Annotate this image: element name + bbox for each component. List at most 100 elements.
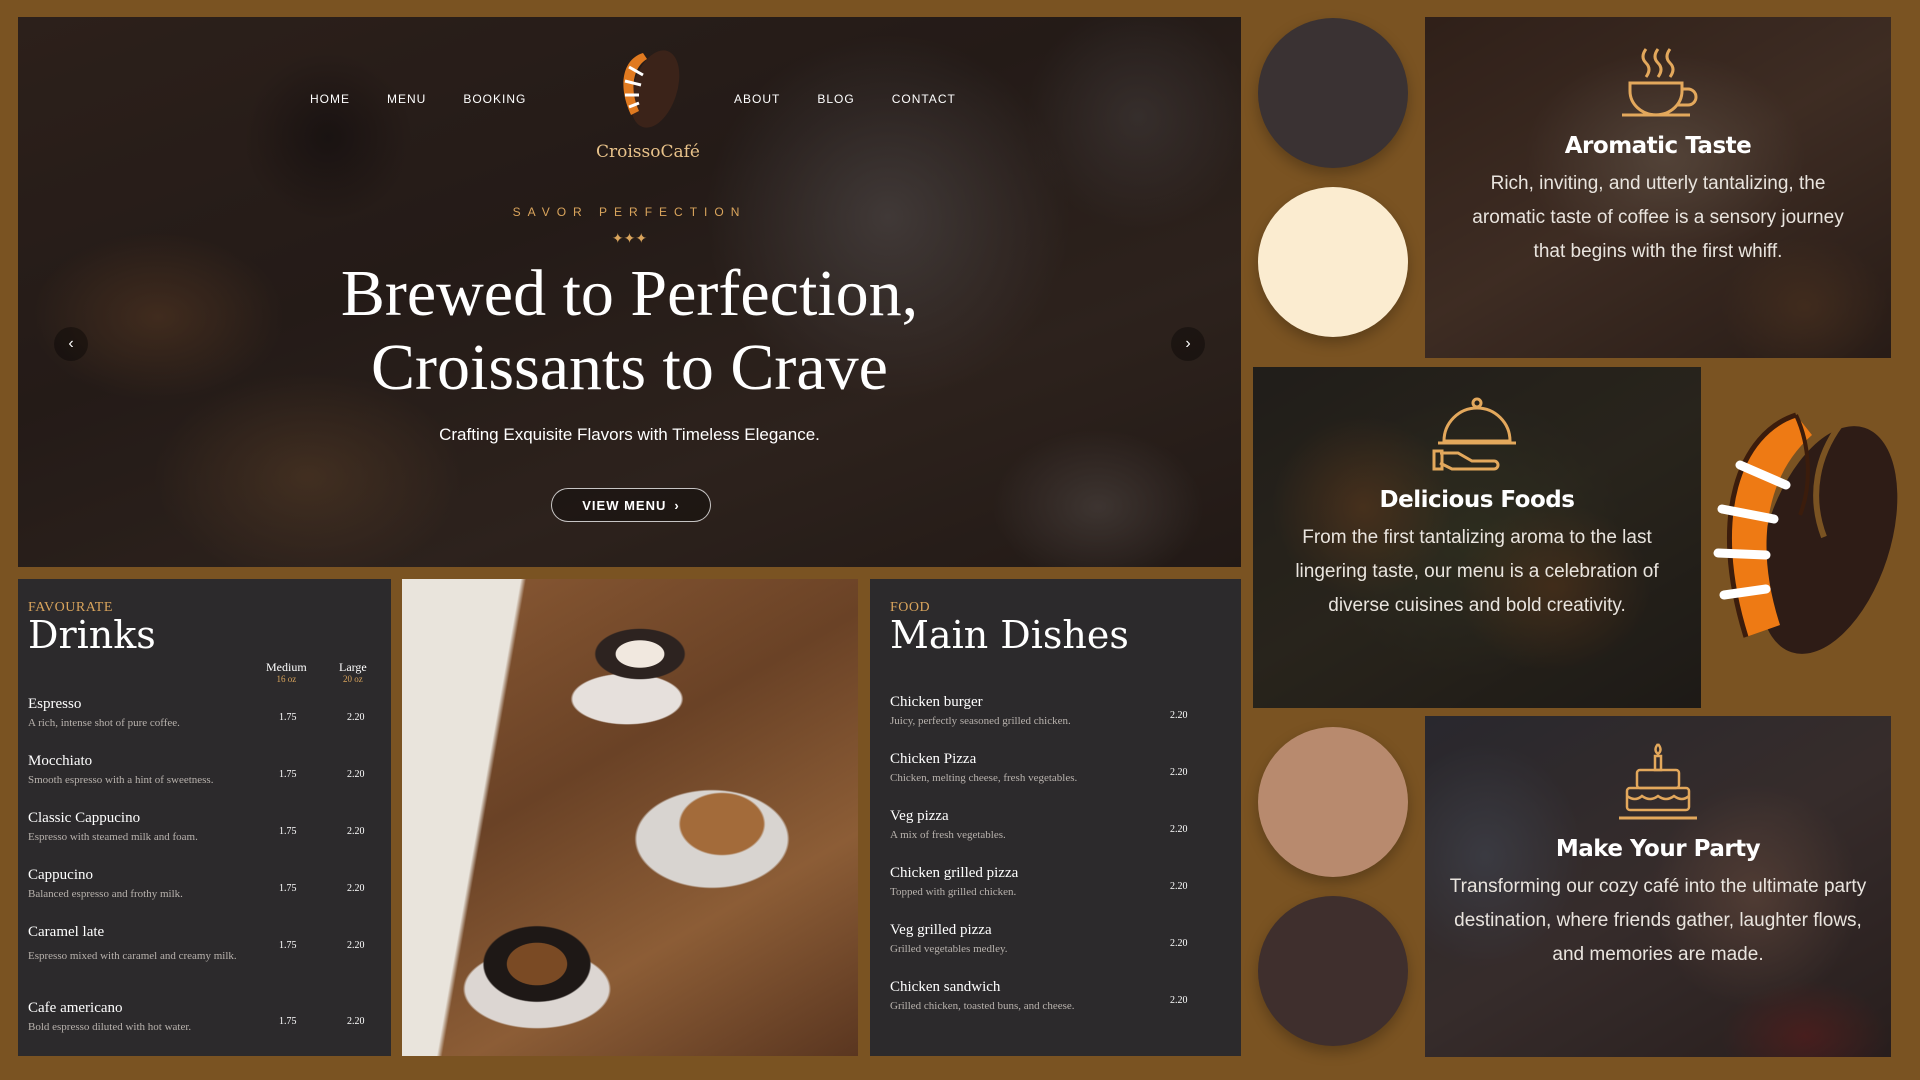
menu-item[interactable]: Chicken sandwich Grilled chicken, toaste…	[890, 979, 1230, 1013]
sparkle-icon: ✦✦✦	[611, 230, 648, 246]
feature-title: Make Your Party	[1555, 836, 1761, 862]
serving-cloche-icon	[1432, 397, 1516, 471]
item-description: Grilled chicken, toasted buns, and chees…	[890, 1000, 1075, 1012]
menu-item[interactable]: Chicken burger Juicy, perfectly seasoned…	[890, 694, 1230, 728]
item-description: Topped with grilled chicken.	[890, 886, 1017, 898]
hero-subtitle: Crafting Exquisite Flavors with Timeless…	[439, 425, 820, 444]
chevron-right-icon: ›	[1185, 335, 1191, 352]
price: 2.20	[1170, 824, 1188, 835]
item-name: Veg grilled pizza	[890, 922, 992, 938]
croissant-bean-logo-icon	[623, 50, 680, 128]
nav-booking[interactable]: BOOKING	[463, 92, 526, 106]
price-medium: 1.75	[279, 826, 297, 837]
brand-name: CroissoCafé	[596, 142, 700, 162]
nav-menu[interactable]: MENU	[387, 92, 426, 106]
menu-item[interactable]: Veg grilled pizza Grilled vegetables med…	[890, 922, 1230, 956]
item-description: A rich, intense shot of pure coffee.	[28, 717, 180, 729]
price-large: 2.20	[347, 712, 365, 723]
price: 2.20	[1170, 938, 1188, 949]
view-menu-label: VIEW MENU	[582, 497, 667, 513]
menu-item[interactable]: Cafe americano Bold espresso diluted wit…	[28, 1000, 383, 1034]
feature-title: Aromatic Taste	[1564, 133, 1752, 159]
size-label: Medium	[266, 660, 307, 674]
feature-text: Transforming our cozy café into the ulti…	[1449, 876, 1867, 965]
item-name: Cappucino	[28, 867, 93, 883]
hero-title-line-1: Brewed to Perfection,	[340, 257, 919, 330]
price-medium: 1.75	[279, 769, 297, 780]
birthday-cake-icon	[1619, 743, 1697, 820]
size-label: Large	[339, 660, 367, 674]
mains-title: Main Dishes	[890, 613, 1129, 657]
drinks-title: Drinks	[28, 613, 156, 657]
coffee-cup-icon	[1622, 48, 1698, 117]
price: 2.20	[1170, 710, 1188, 721]
item-name: Caramel late	[28, 924, 105, 940]
item-description: Bold espresso diluted with hot water.	[28, 1021, 192, 1033]
price-large: 2.20	[347, 1016, 365, 1027]
brand-logo[interactable]: CroissoCafé	[578, 45, 718, 162]
coffee-photo	[402, 579, 858, 1056]
item-description: Espresso mixed with caramel and creamy m…	[28, 950, 237, 962]
nav-about[interactable]: ABOUT	[734, 92, 780, 106]
carousel-prev-button[interactable]: ‹	[54, 327, 88, 361]
hero-banner: HOME MENU BOOKING CroissoCafé ABOUT BLOG…	[18, 17, 1241, 567]
croissant-bean-logo-icon	[1713, 412, 1898, 654]
main-nav-left: HOME MENU BOOKING	[310, 92, 526, 106]
item-name: Chicken Pizza	[890, 751, 977, 767]
price-large: 2.20	[347, 940, 365, 951]
hero-eyebrow: SAVOR PERFECTION	[512, 205, 747, 219]
price: 2.20	[1170, 767, 1188, 778]
size-header-medium: Medium 16 oz	[266, 661, 307, 685]
feature-content: Aromatic Taste Rich, inviting, and utter…	[1425, 45, 1891, 269]
price: 2.20	[1170, 995, 1188, 1006]
feature-title: Delicious Foods	[1379, 487, 1575, 513]
item-description: Balanced espresso and frothy milk.	[28, 888, 183, 900]
item-description: Juicy, perfectly seasoned grilled chicke…	[890, 715, 1071, 727]
feature-content: Delicious Foods From the first tantalizi…	[1253, 393, 1701, 623]
item-name: Veg pizza	[890, 808, 949, 824]
menu-item[interactable]: Mocchiato Smooth espresso with a hint of…	[28, 753, 383, 787]
menu-item[interactable]: Chicken grilled pizza Topped with grille…	[890, 865, 1230, 899]
carousel-next-button[interactable]: ›	[1171, 327, 1205, 361]
nav-contact[interactable]: CONTACT	[892, 92, 956, 106]
feature-card-delicious-foods: Delicious Foods From the first tantalizi…	[1253, 367, 1701, 708]
feature-text: From the first tantalizing aroma to the …	[1295, 527, 1659, 616]
menu-item[interactable]: Classic Cappucino Espresso with steamed …	[28, 810, 383, 844]
hero-title: Brewed to Perfection, Croissants to Crav…	[18, 257, 1241, 405]
size-volume: 20 oz	[343, 674, 363, 684]
menu-item[interactable]: Chicken Pizza Chicken, melting cheese, f…	[890, 751, 1230, 785]
nav-blog[interactable]: BLOG	[817, 92, 854, 106]
price-large: 2.20	[347, 769, 365, 780]
menu-item[interactable]: Veg pizza A mix of fresh vegetables. 2.2…	[890, 808, 1230, 842]
menu-item[interactable]: Espresso A rich, intense shot of pure co…	[28, 696, 383, 730]
view-menu-button[interactable]: VIEW MENU ›	[551, 488, 711, 522]
feature-text: Rich, inviting, and utterly tantalizing,…	[1472, 173, 1844, 262]
size-header-large: Large 20 oz	[339, 661, 367, 685]
size-volume: 16 oz	[276, 674, 297, 684]
item-name: Classic Cappucino	[28, 810, 141, 826]
item-name: Cafe americano	[28, 1000, 123, 1016]
color-swatch-tan	[1258, 727, 1408, 877]
color-swatch-charcoal	[1258, 18, 1408, 168]
item-name: Mocchiato	[28, 753, 93, 769]
menu-item[interactable]: Cappucino Balanced espresso and frothy m…	[28, 867, 383, 901]
color-swatch-espresso	[1258, 896, 1408, 1046]
nav-home[interactable]: HOME	[310, 92, 350, 106]
price-medium: 1.75	[279, 712, 297, 723]
item-description: Espresso with steamed milk and foam.	[28, 831, 198, 843]
feature-card-make-your-party: Make Your Party Transforming our cozy ca…	[1425, 716, 1891, 1057]
price-medium: 1.75	[279, 1016, 297, 1027]
feature-card-aromatic-taste: Aromatic Taste Rich, inviting, and utter…	[1425, 17, 1891, 358]
item-name: Chicken grilled pizza	[890, 865, 1019, 881]
drinks-menu-panel: FAVOURATE Drinks Medium 16 oz Large 20 o…	[18, 579, 391, 1056]
menu-item[interactable]: Caramel late Espresso mixed with caramel…	[28, 924, 383, 968]
hero-title-line-2: Croissants to Crave	[371, 331, 888, 404]
item-name: Espresso	[28, 696, 82, 712]
price-medium: 1.75	[279, 883, 297, 894]
price-medium: 1.75	[279, 940, 297, 951]
chevron-right-icon: ›	[674, 497, 680, 513]
item-description: A mix of fresh vegetables.	[890, 829, 1006, 841]
item-name: Chicken sandwich	[890, 979, 1001, 995]
price-large: 2.20	[347, 883, 365, 894]
feature-content: Make Your Party Transforming our cozy ca…	[1425, 742, 1891, 972]
